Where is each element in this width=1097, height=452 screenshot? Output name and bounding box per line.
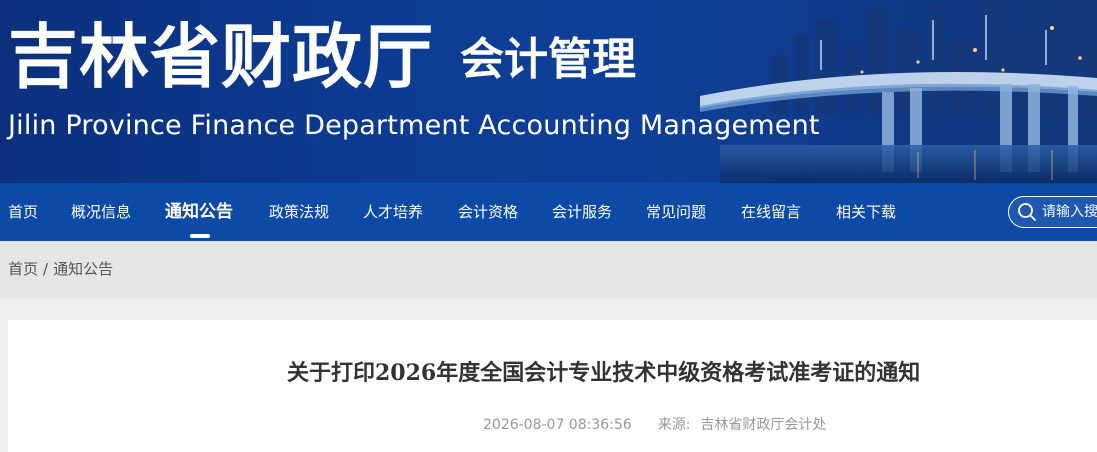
site-subtitle: 会计管理 — [460, 34, 636, 85]
breadcrumb-bar — [0, 241, 1097, 298]
site-banner: 吉林省财政厅 会计管理 Jilin Province Finance Depar… — [0, 0, 1097, 183]
breadcrumb-separator: / — [43, 260, 49, 278]
nav-item-notices[interactable]: 通知公告 — [165, 183, 233, 241]
article-datetime: 2026-08-07 08:36:56 — [483, 417, 632, 433]
search-input[interactable] — [1042, 199, 1097, 225]
breadcrumb-current-link[interactable]: 通知公告 — [53, 260, 113, 278]
nav-item-downloads[interactable]: 相关下载 — [836, 183, 896, 241]
search-icon[interactable] — [1017, 202, 1037, 222]
nav-item-services[interactable]: 会计服务 — [552, 183, 612, 241]
article-source-label: 来源: — [657, 417, 691, 433]
article-title: 关于打印2026年度全国会计专业技术中级资格考试准考证的通知 — [287, 360, 921, 386]
nav-item-qualification[interactable]: 会计资格 — [458, 183, 518, 241]
breadcrumb-home-link[interactable]: 首页 — [8, 260, 38, 278]
site-title: 吉林省财政厅 — [8, 16, 434, 98]
article-source-value: 吉林省财政厅会计处 — [700, 417, 827, 433]
nav-item-faq[interactable]: 常见问题 — [646, 183, 706, 241]
nav-item-talent[interactable]: 人才培养 — [363, 183, 423, 241]
nav-item-messages[interactable]: 在线留言 — [741, 183, 801, 241]
site-english-title: Jilin Province Finance Department Accoun… — [8, 110, 820, 141]
article-meta: 2026-08-07 08:36:56 来源: 吉林省财政厅会计处 — [483, 414, 826, 436]
breadcrumb: 首页 / 通知公告 — [8, 258, 113, 280]
active-nav-indicator — [190, 234, 210, 238]
nav-item-policies[interactable]: 政策法规 — [269, 183, 329, 241]
main-nav: 首页 概况信息 通知公告 政策法规 人才培养 会计资格 会计服务 常见问题 在线… — [0, 183, 1097, 241]
nav-item-overview[interactable]: 概况信息 — [71, 183, 131, 241]
nav-item-home[interactable]: 首页 — [8, 183, 38, 241]
